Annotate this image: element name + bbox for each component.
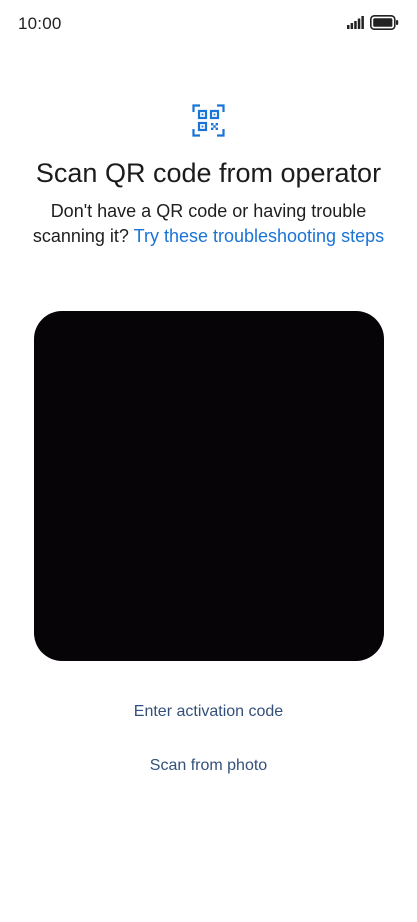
qr-code-scan-icon: [192, 104, 225, 137]
page-title: Scan QR code from operator: [35, 158, 382, 188]
page-subtitle: Don't have a QR code or having trouble s…: [30, 199, 387, 249]
status-bar: 10:00: [0, 0, 417, 48]
scan-from-photo-button[interactable]: Scan from photo: [0, 757, 417, 775]
status-time: 10:00: [18, 14, 62, 33]
battery-icon: [370, 15, 399, 35]
signal-icon: [347, 16, 364, 34]
camera-viewfinder: [34, 311, 384, 661]
troubleshooting-link[interactable]: Try these troubleshooting steps: [134, 226, 384, 246]
status-icons: [347, 15, 399, 35]
enter-activation-code-button[interactable]: Enter activation code: [0, 703, 417, 721]
